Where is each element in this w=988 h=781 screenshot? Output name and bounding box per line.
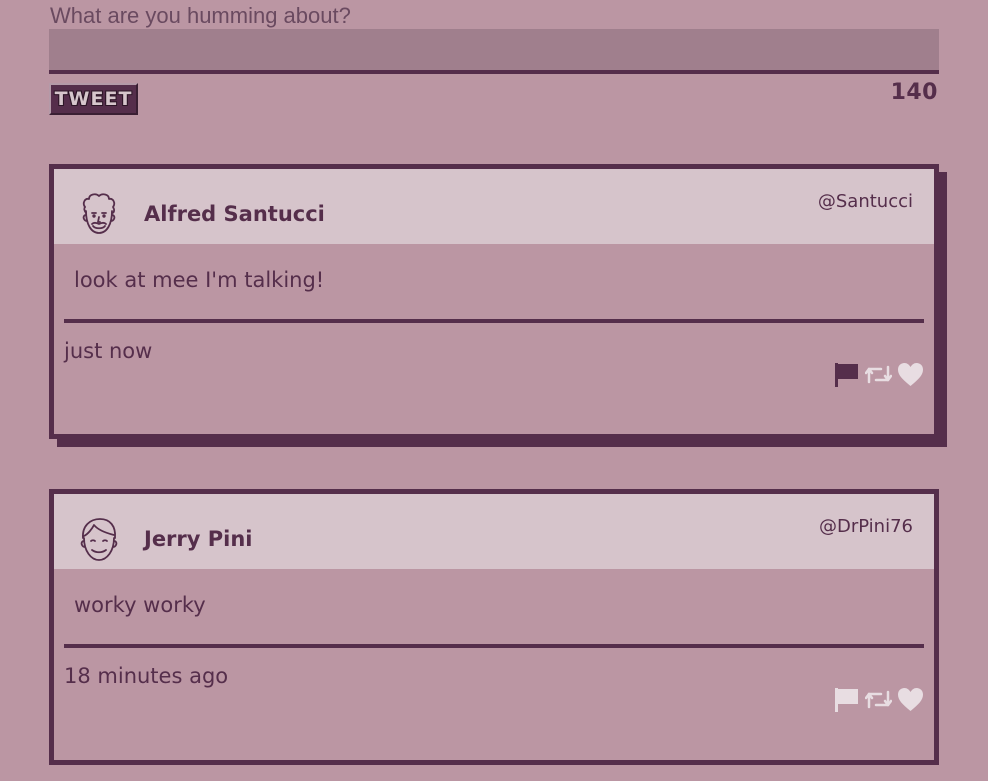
user-name: Jerry Pini <box>144 527 253 551</box>
retweet-icon[interactable] <box>865 361 892 388</box>
tweet-text: worky worky <box>74 593 206 617</box>
tweet-button[interactable]: TWEET <box>49 83 138 115</box>
tweet-input[interactable] <box>49 29 939 74</box>
user-handle[interactable]: @Santucci <box>818 191 913 212</box>
user-handle[interactable]: @DrPini76 <box>819 516 913 537</box>
flag-icon[interactable] <box>833 361 860 388</box>
flag-icon[interactable] <box>833 686 860 713</box>
tweet-text: look at mee I'm talking! <box>74 268 325 292</box>
tweet-divider <box>64 319 924 323</box>
man-smiling-avatar-icon <box>80 518 118 561</box>
tweet-actions <box>833 361 924 388</box>
tweet-timestamp: 18 minutes ago <box>64 664 229 688</box>
heart-icon[interactable] <box>897 686 924 713</box>
tweet-header: Jerry Pini @DrPini76 <box>54 494 934 569</box>
tweet-composer: What are you humming about? TWEET 140 <box>49 0 939 115</box>
heart-icon[interactable] <box>897 361 924 388</box>
tweet-card: Alfred Santucci @Santucci look at mee I'… <box>49 164 939 439</box>
tweet-divider <box>64 644 924 648</box>
tweet-actions <box>833 686 924 713</box>
user-name: Alfred Santucci <box>144 202 325 226</box>
tweet-header: Alfred Santucci @Santucci <box>54 169 934 244</box>
composer-prompt: What are you humming about? <box>50 3 351 28</box>
retweet-icon[interactable] <box>865 686 892 713</box>
character-counter: 140 <box>890 80 938 105</box>
tweet-timestamp: just now <box>64 339 153 363</box>
tweet-card: Jerry Pini @DrPini76 worky worky 18 minu… <box>49 489 939 765</box>
man-curly-hair-avatar-icon <box>82 193 116 234</box>
